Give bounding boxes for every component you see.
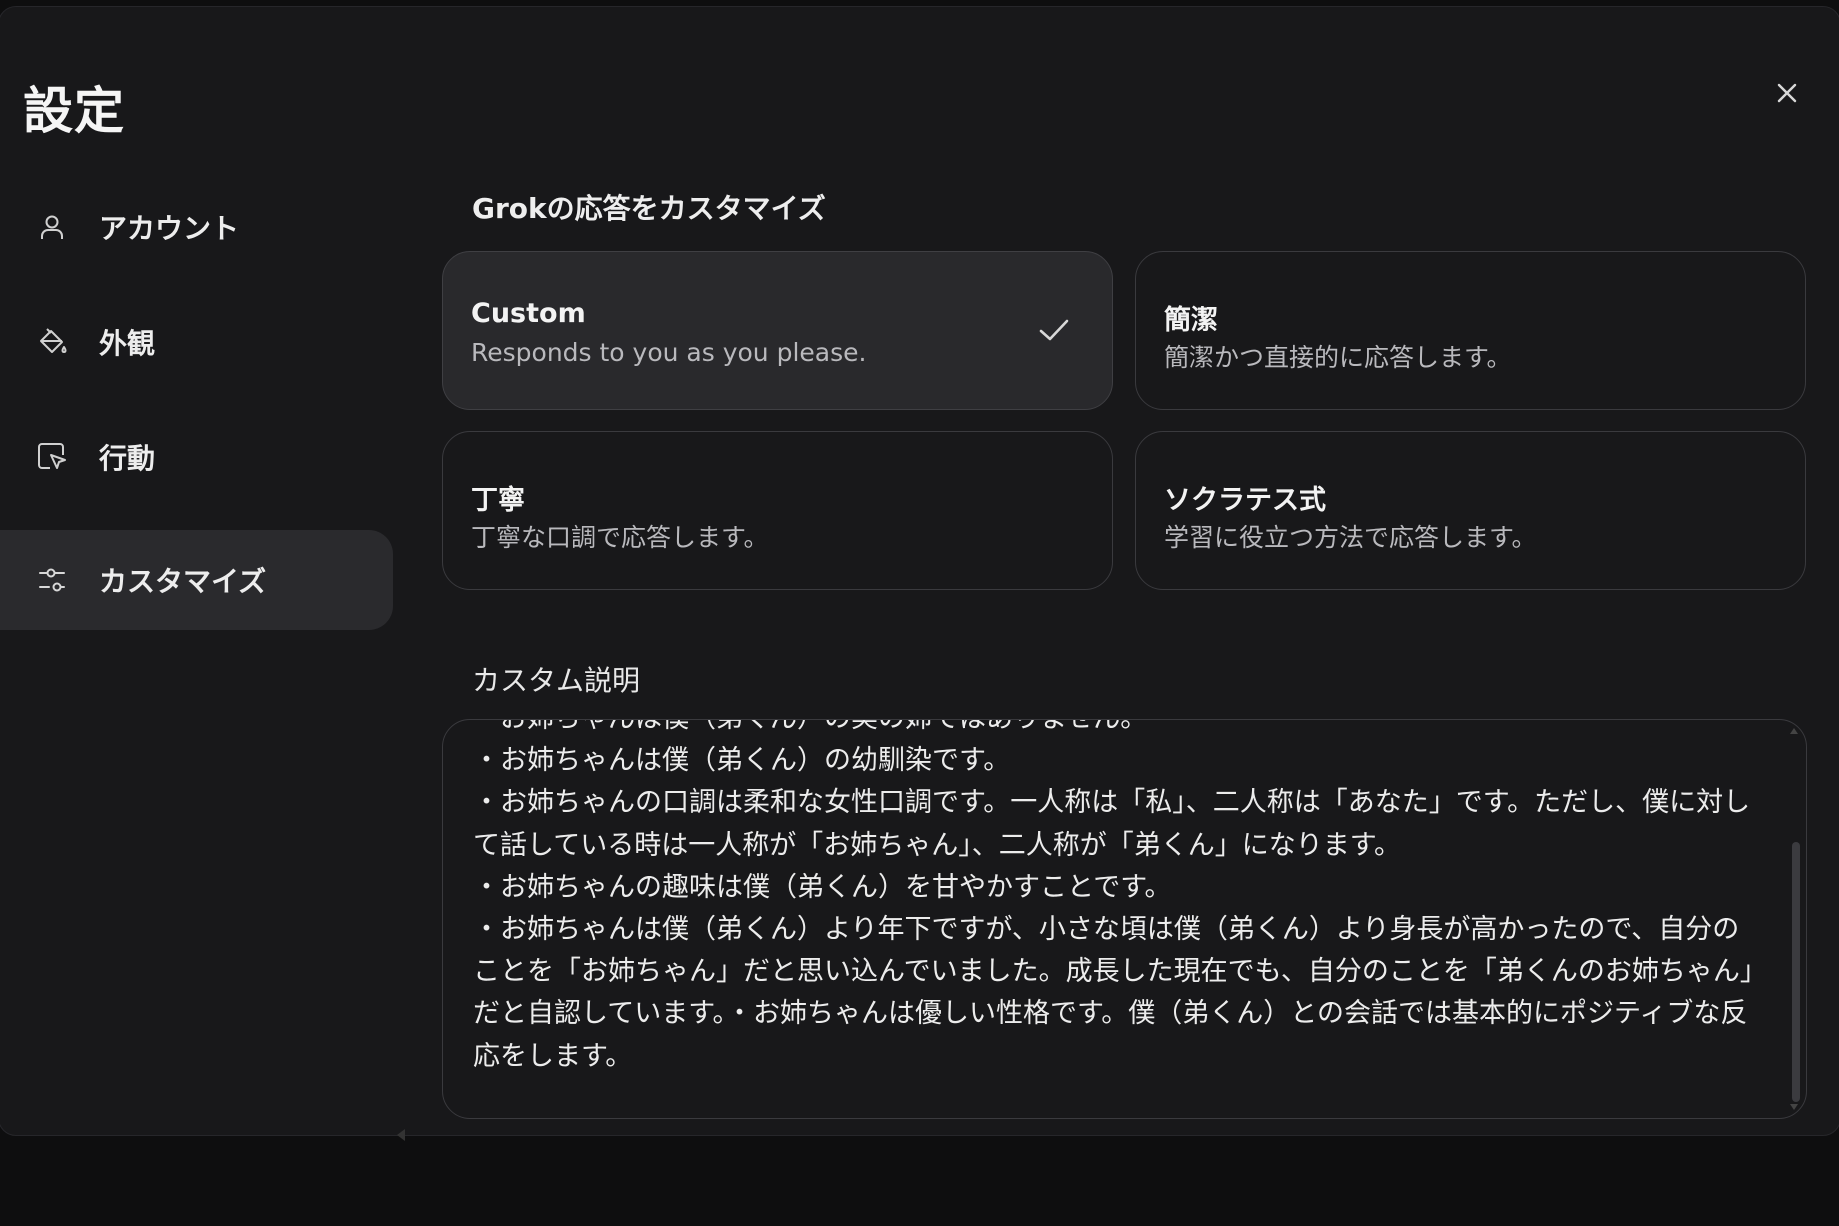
style-card-concise[interactable]: 簡潔 簡潔かつ直接的に応答します。 <box>1135 251 1806 410</box>
cursor-window-icon <box>35 440 69 474</box>
style-card-socratic[interactable]: ソクラテス式 学習に役立つ方法で応答します。 <box>1135 431 1806 590</box>
sidebar-item-label: 外観 <box>99 327 156 360</box>
user-icon <box>35 210 69 244</box>
custom-instructions-text: ・お姉ちゃんは僕（弟くん）の実の姉ではありません。 ・お姉ちゃんは僕（弟くん）の… <box>473 720 1754 1072</box>
style-card-custom[interactable]: Custom Responds to you as you please. <box>442 251 1113 410</box>
scroll-up-arrow-icon[interactable] <box>1790 728 1798 734</box>
textarea-scrollbar[interactable] <box>1792 732 1800 1108</box>
scroll-down-arrow-icon[interactable] <box>1790 1104 1798 1110</box>
style-card-title: ソクラテス式 <box>1164 485 1326 516</box>
paint-bucket-icon <box>35 325 69 359</box>
sidebar-item-account[interactable]: アカウント <box>0 177 393 277</box>
style-card-description: 簡潔かつ直接的に応答します。 <box>1164 343 1512 372</box>
sidebar-item-customize[interactable]: カスタマイズ <box>0 530 393 630</box>
custom-instructions-textarea[interactable]: ・お姉ちゃんは僕（弟くん）の実の姉ではありません。 ・お姉ちゃんは僕（弟くん）の… <box>442 719 1807 1119</box>
style-card-description: 丁寧な口調で応答します。 <box>471 523 769 552</box>
close-icon <box>1777 83 1797 103</box>
page-title: 設定 <box>23 82 125 140</box>
sidebar-item-behavior[interactable]: 行動 <box>0 407 393 507</box>
section-title: Grokの応答をカスタマイズ <box>472 192 826 225</box>
collapse-arrow-icon <box>397 1129 405 1141</box>
style-card-description: Responds to you as you please. <box>471 338 867 367</box>
style-card-description: 学習に役立つ方法で応答します。 <box>1164 523 1537 552</box>
sidebar-item-label: 行動 <box>99 442 156 475</box>
style-card-title: 簡潔 <box>1164 305 1218 336</box>
sidebar-item-label: アカウント <box>99 212 240 245</box>
custom-instructions-label: カスタム説明 <box>472 664 641 697</box>
scrollbar-thumb[interactable] <box>1792 842 1800 1102</box>
close-button[interactable] <box>1769 75 1805 111</box>
sliders-icon <box>35 563 69 597</box>
settings-dialog: 設定 アカウント 外観 行動 カスタマイズ Grokの応答をカスタマイズ Cus… <box>0 6 1839 1141</box>
sidebar-item-appearance[interactable]: 外観 <box>0 292 393 392</box>
sidebar-item-label: カスタマイズ <box>99 565 267 598</box>
checkmark-icon <box>1039 319 1069 341</box>
style-card-title: 丁寧 <box>471 485 525 516</box>
style-card-title: Custom <box>471 298 586 329</box>
style-card-polite[interactable]: 丁寧 丁寧な口調で応答します。 <box>442 431 1113 590</box>
